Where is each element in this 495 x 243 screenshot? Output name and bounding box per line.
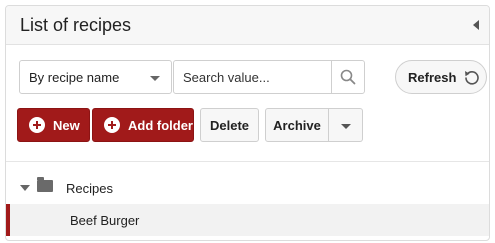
plus-circle-icon bbox=[104, 117, 120, 133]
chevron-down-icon bbox=[341, 124, 351, 129]
search-button[interactable] bbox=[331, 61, 364, 93]
panel-header: List of recipes bbox=[6, 6, 489, 45]
archive-dropdown-button[interactable] bbox=[329, 108, 363, 142]
refresh-label: Refresh bbox=[408, 69, 457, 85]
search-icon bbox=[340, 69, 356, 85]
tree-item-beef-burger[interactable]: Beef Burger bbox=[6, 204, 489, 236]
panel-title: List of recipes bbox=[20, 14, 132, 35]
new-label: New bbox=[53, 117, 80, 133]
collapse-arrow-icon[interactable] bbox=[473, 20, 479, 30]
archive-button[interactable]: Archive bbox=[265, 108, 329, 142]
folder-icon bbox=[37, 177, 53, 192]
filter-mode-select[interactable]: By recipe name bbox=[19, 60, 172, 94]
delete-button[interactable]: Delete bbox=[200, 108, 259, 142]
tree-folder-recipes[interactable]: Recipes bbox=[6, 176, 489, 200]
tree-item-label: Beef Burger bbox=[70, 213, 140, 228]
add-folder-button[interactable]: Add folder bbox=[92, 108, 194, 142]
search-input[interactable] bbox=[174, 61, 331, 93]
new-button[interactable]: New bbox=[17, 108, 90, 142]
add-folder-label: Add folder bbox=[128, 117, 193, 133]
archive-label: Archive bbox=[273, 117, 321, 133]
delete-label: Delete bbox=[209, 117, 250, 133]
refresh-icon bbox=[465, 71, 480, 85]
search-box bbox=[173, 60, 365, 94]
tree-folder-label: Recipes bbox=[66, 181, 113, 196]
recipes-panel: List of recipes By recipe name Refresh N… bbox=[5, 5, 490, 241]
selection-indicator bbox=[6, 204, 10, 236]
tree-expand-icon[interactable] bbox=[20, 185, 30, 191]
filter-mode-value: By recipe name bbox=[29, 69, 120, 85]
chevron-down-icon bbox=[150, 76, 160, 81]
divider bbox=[6, 161, 489, 162]
plus-circle-icon bbox=[29, 117, 45, 133]
refresh-button[interactable]: Refresh bbox=[395, 60, 487, 94]
